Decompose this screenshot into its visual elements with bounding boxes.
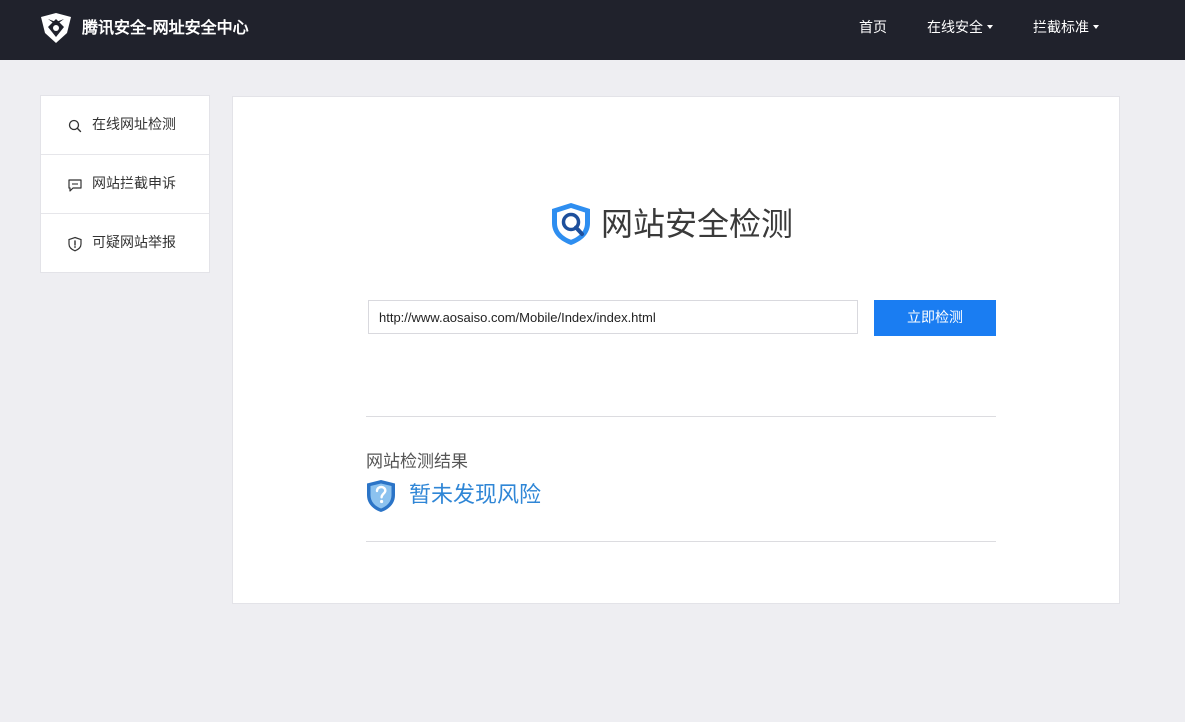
shield-search-icon bbox=[552, 203, 590, 245]
url-input[interactable] bbox=[368, 300, 858, 334]
result-heading: 网站检测结果 bbox=[366, 452, 468, 472]
nav-block-standards[interactable]: 拦截标准 bbox=[1033, 18, 1099, 38]
sidebar-menu: 在线网址检测 网站拦截申诉 可疑网站举报 bbox=[40, 95, 210, 273]
sidebar-item-label: 在线网址检测 bbox=[92, 117, 176, 133]
sidebar-item-appeal[interactable]: 网站拦截申诉 bbox=[41, 155, 209, 214]
nav-block-standards-label: 拦截标准 bbox=[1033, 20, 1089, 36]
comment-icon bbox=[68, 179, 82, 192]
result-status: 暂未发现风险 bbox=[409, 483, 542, 508]
divider bbox=[366, 416, 996, 417]
sidebar-item-report[interactable]: 可疑网站举报 bbox=[41, 214, 209, 272]
shield-alert-icon bbox=[68, 236, 82, 252]
caret-down-icon bbox=[1093, 25, 1099, 29]
nav-home[interactable]: 首页 bbox=[859, 18, 887, 38]
shield-question-icon bbox=[367, 480, 395, 512]
page-title: 网站安全检测 bbox=[601, 205, 794, 243]
site-brand-title[interactable]: 腾讯安全-网址安全中心 bbox=[82, 17, 249, 39]
caret-down-icon bbox=[987, 25, 993, 29]
nav-online-security[interactable]: 在线安全 bbox=[927, 18, 993, 38]
tencent-security-logo-icon[interactable] bbox=[39, 11, 73, 45]
sidebar-item-label: 可疑网站举报 bbox=[92, 235, 176, 251]
search-icon bbox=[68, 119, 82, 133]
nav-home-label: 首页 bbox=[859, 20, 887, 36]
divider bbox=[366, 541, 996, 542]
check-now-button[interactable]: 立即检测 bbox=[874, 300, 996, 336]
top-navbar: 腾讯安全-网址安全中心 首页 在线安全 拦截标准 bbox=[0, 0, 1185, 60]
nav-online-security-label: 在线安全 bbox=[927, 20, 983, 36]
sidebar-item-url-check[interactable]: 在线网址检测 bbox=[41, 96, 209, 155]
sidebar-item-label: 网站拦截申诉 bbox=[92, 176, 176, 192]
main-content-card: 网站安全检测 立即检测 网站检测结果 暂未发现风险 bbox=[232, 96, 1120, 604]
